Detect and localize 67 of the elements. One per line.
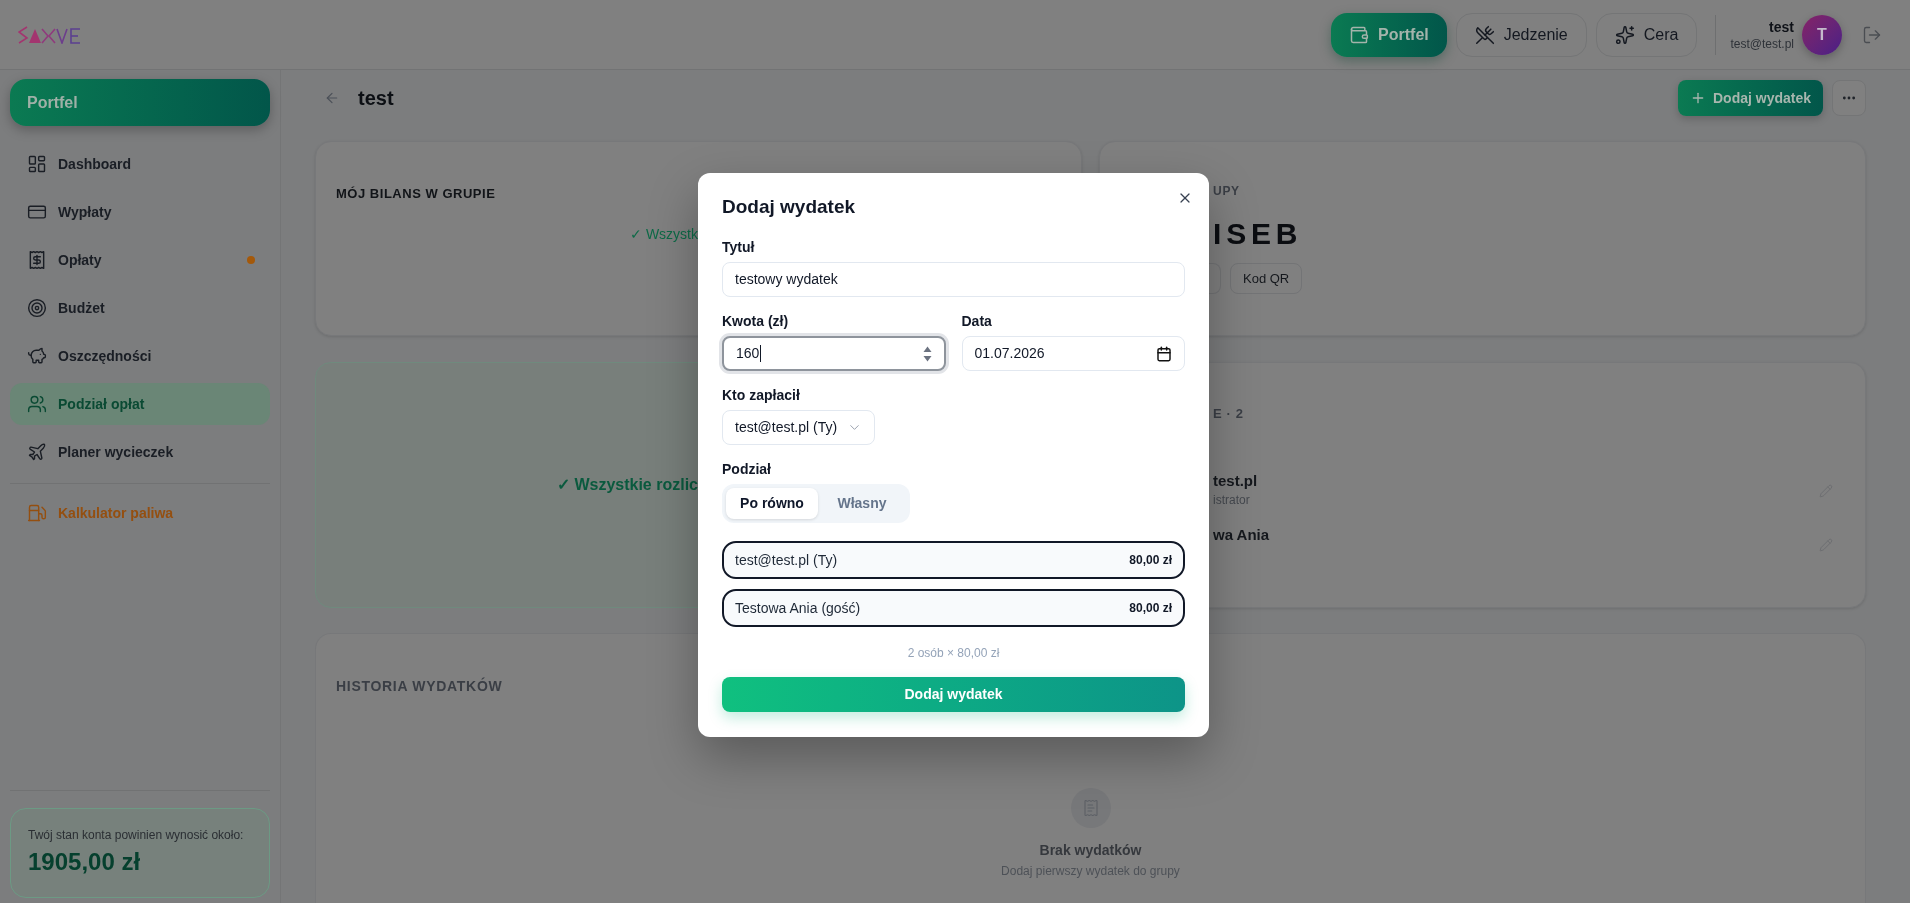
field-label: Data (961, 312, 992, 331)
card-icon (27, 202, 47, 222)
piggy-bank-icon (27, 346, 47, 366)
sidebar-item[interactable]: Opłaty (10, 239, 270, 281)
balance-label: Twój stan konta powinien wynosić około: (28, 827, 244, 843)
sidebar-item[interactable]: Wypłaty (10, 191, 270, 233)
section-header: Portfel (10, 79, 270, 126)
page-title: test (358, 86, 394, 111)
sidebar-item[interactable]: Oszczędności (10, 335, 270, 377)
text-cursor-icon (760, 345, 762, 362)
users-icon (27, 394, 47, 414)
split-option[interactable]: Własny (818, 488, 906, 519)
stepper-icon[interactable] (922, 345, 932, 362)
card-title: E · 2 (1213, 405, 1244, 423)
settled-status: ✓ Wszystk (630, 225, 698, 244)
share-amount: 80,00 zł (1129, 552, 1172, 569)
field-label: Kto zapłacił (722, 386, 800, 405)
member-name: test.pl (1213, 471, 1258, 491)
module-tab[interactable]: Jedzenie (1455, 12, 1587, 57)
module-tab[interactable]: Cera (1595, 12, 1698, 57)
user-name: test (1769, 17, 1794, 36)
user-email: test@test.pl (1730, 35, 1794, 52)
logo-icon[interactable] (18, 25, 82, 44)
field-label: Podział (722, 460, 771, 479)
qr-code-button[interactable]: Kod QR (1230, 263, 1303, 294)
empty-title: Brak wydatków (1039, 841, 1142, 860)
receipt-icon (1070, 788, 1111, 828)
member-name: wa Ania (1213, 525, 1270, 545)
amount-input[interactable]: 160 (722, 336, 946, 371)
user-avatar[interactable]: T (1802, 14, 1842, 55)
participant-name: test@test.pl (Ty) (735, 550, 838, 570)
fuel-pump-icon (27, 503, 47, 523)
target-icon (27, 298, 47, 318)
wallet-icon (1349, 24, 1370, 45)
sidebar-item[interactable]: Dashboard (10, 143, 270, 185)
card-title: UPY (1213, 183, 1240, 199)
share-amount: 80,00 zł (1129, 600, 1172, 617)
card-title: MÓJ BILANS W GRUPIE (336, 185, 496, 203)
submit-button[interactable]: Dodaj wydatek (722, 677, 1185, 712)
payer-select[interactable]: test@test.pl (Ty) (722, 410, 876, 445)
split-option[interactable]: Po równo (726, 488, 818, 519)
sidebar-item[interactable]: Planer wycieczek (10, 431, 270, 473)
dashboard-icon (27, 154, 47, 174)
field-label: Kwota (zł) (722, 312, 789, 331)
title-input[interactable]: testowy wydatek (722, 262, 1185, 297)
sidebar-item[interactable]: Budżet (10, 287, 270, 329)
date-input[interactable]: 01.07.2026 (961, 336, 1185, 371)
group-code: ISEB (1213, 216, 1303, 252)
back-arrow-icon (324, 90, 340, 106)
calendar-icon[interactable] (1156, 345, 1172, 362)
sidebar-item[interactable]: Podział opłat (10, 383, 270, 425)
add-expense-button[interactable]: Dodaj wydatek (1677, 80, 1823, 116)
module-tab[interactable]: Portfel (1331, 12, 1447, 57)
participant-name: Testowa Ania (gość) (735, 598, 861, 618)
plane-icon (27, 442, 47, 462)
balance-amount: 1905,00 zł (28, 847, 141, 877)
settled-status: ✓ Wszystkie rozlic (556, 475, 698, 495)
field-label: Tytuł (722, 238, 755, 257)
card-title: HISTORIA WYDATKÓW (336, 676, 503, 696)
more-button[interactable] (1832, 80, 1866, 116)
utensils-icon (1474, 24, 1495, 45)
member-role: istrator (1213, 492, 1250, 509)
split-summary: 2 osób × 80,00 zł (907, 645, 1000, 661)
dialog-title: Dodaj wydatek (722, 195, 856, 219)
logout-icon[interactable] (1862, 24, 1882, 45)
receipt-icon (27, 250, 47, 270)
sparkles-icon (1614, 24, 1635, 45)
